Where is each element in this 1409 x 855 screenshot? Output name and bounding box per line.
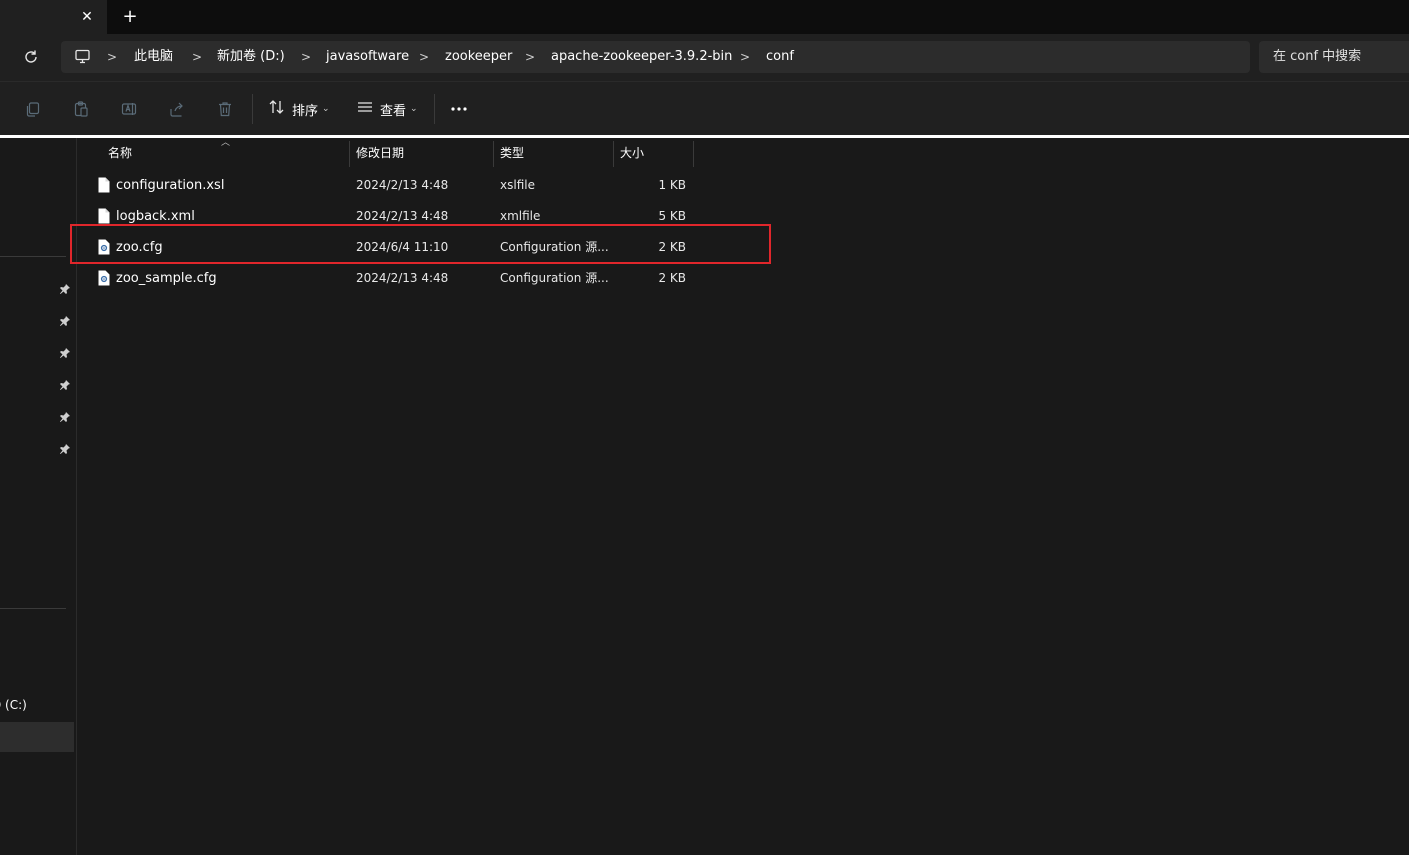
pin-icon[interactable] [59,411,71,423]
paste-icon[interactable] [72,100,90,118]
address-row: > 此电脑 > 新加卷 (D:) > javasoftware > zookee… [0,34,1409,81]
delete-icon[interactable] [216,100,234,118]
sort-label: 排序 [292,103,319,119]
file-type: xslfile [500,178,535,192]
sort-ascending-icon: ︿ [221,138,231,148]
file-modified: 2024/2/13 4:48 [356,271,449,285]
rename-icon[interactable] [120,100,138,118]
breadcrumb-javasoftware[interactable]: javasoftware [326,48,409,66]
file-icon [98,177,110,193]
table-row[interactable]: zoo_sample.cfg 2024/2/13 4:48 Configurat… [78,263,778,294]
column-header-size[interactable]: 大小 [620,141,644,165]
file-list: ︿ 名称 修改日期 类型 大小 configuration.xsl 2024/2… [70,138,1409,855]
column-divider[interactable] [613,141,614,167]
more-options-icon[interactable] [449,100,469,118]
breadcrumb-separator-icon[interactable]: > [192,48,202,66]
chevron-down-icon: ⌄ [322,104,330,114]
breadcrumb-separator-icon[interactable]: > [107,48,117,66]
navigation-pane: D (C:) [0,138,77,855]
pin-icon[interactable] [59,315,71,327]
column-header-name[interactable]: 名称 [108,141,132,165]
pin-icon[interactable] [59,443,71,455]
sort-button[interactable]: 排序 ⌄ [268,98,330,120]
pin-icon[interactable] [59,283,71,295]
breadcrumb-separator-icon[interactable]: > [301,48,311,66]
copy-icon[interactable] [24,100,42,118]
breadcrumb-separator-icon[interactable]: > [419,48,429,66]
column-header-modified[interactable]: 修改日期 [356,141,404,165]
view-label: 查看 [380,103,407,119]
refresh-icon[interactable] [22,48,40,66]
nav-item-selected[interactable] [0,722,74,752]
column-divider[interactable] [349,141,350,167]
column-divider[interactable] [493,141,494,167]
breadcrumb[interactable]: > 此电脑 > 新加卷 (D:) > javasoftware > zookee… [61,41,1250,73]
highlight-box [70,224,771,264]
file-size: 1 KB [658,178,686,192]
file-modified: 2024/2/13 4:48 [356,178,449,192]
chevron-down-icon: ⌄ [410,104,418,114]
nav-divider [0,608,66,609]
breadcrumb-conf[interactable]: conf [766,48,794,66]
file-name[interactable]: zoo_sample.cfg [116,263,217,294]
search-placeholder: 在 conf 中搜索 [1273,49,1362,64]
breadcrumb-this-pc[interactable]: 此电脑 [134,48,173,66]
nav-item-drive-c[interactable]: D (C:) [0,697,27,713]
command-divider [434,94,435,124]
nav-divider [0,256,66,257]
command-bar: 排序 ⌄ 查看 ⌄ [0,81,1409,135]
command-divider [252,94,253,124]
view-button[interactable]: 查看 ⌄ [356,98,418,120]
tab-bar: ✕ + [0,0,1409,34]
file-type: Configuration 源... [500,271,609,285]
breadcrumb-drive-d[interactable]: 新加卷 (D:) [217,48,285,66]
breadcrumb-separator-icon[interactable]: > [525,48,535,66]
pin-icon[interactable] [59,347,71,359]
file-size: 2 KB [658,271,686,285]
column-header-type[interactable]: 类型 [500,141,524,165]
computer-icon[interactable] [74,48,91,65]
file-icon [98,208,110,224]
active-tab[interactable]: ✕ [0,0,107,34]
new-tab-button[interactable]: + [121,7,139,27]
breadcrumb-apache-zookeeper[interactable]: apache-zookeeper-3.9.2-bin [551,48,732,66]
config-file-icon [98,270,110,286]
breadcrumb-separator-icon[interactable]: > [740,48,750,66]
pin-icon[interactable] [59,379,71,391]
table-row[interactable]: configuration.xsl 2024/2/13 4:48 xslfile… [78,170,778,201]
sort-icon [268,99,286,119]
share-icon[interactable] [168,100,186,118]
close-tab-icon[interactable]: ✕ [78,8,96,26]
column-divider[interactable] [693,141,694,167]
view-list-icon [356,99,374,119]
search-input[interactable]: 在 conf 中搜索 [1259,41,1409,73]
file-name[interactable]: configuration.xsl [116,170,224,201]
breadcrumb-zookeeper[interactable]: zookeeper [445,48,512,66]
